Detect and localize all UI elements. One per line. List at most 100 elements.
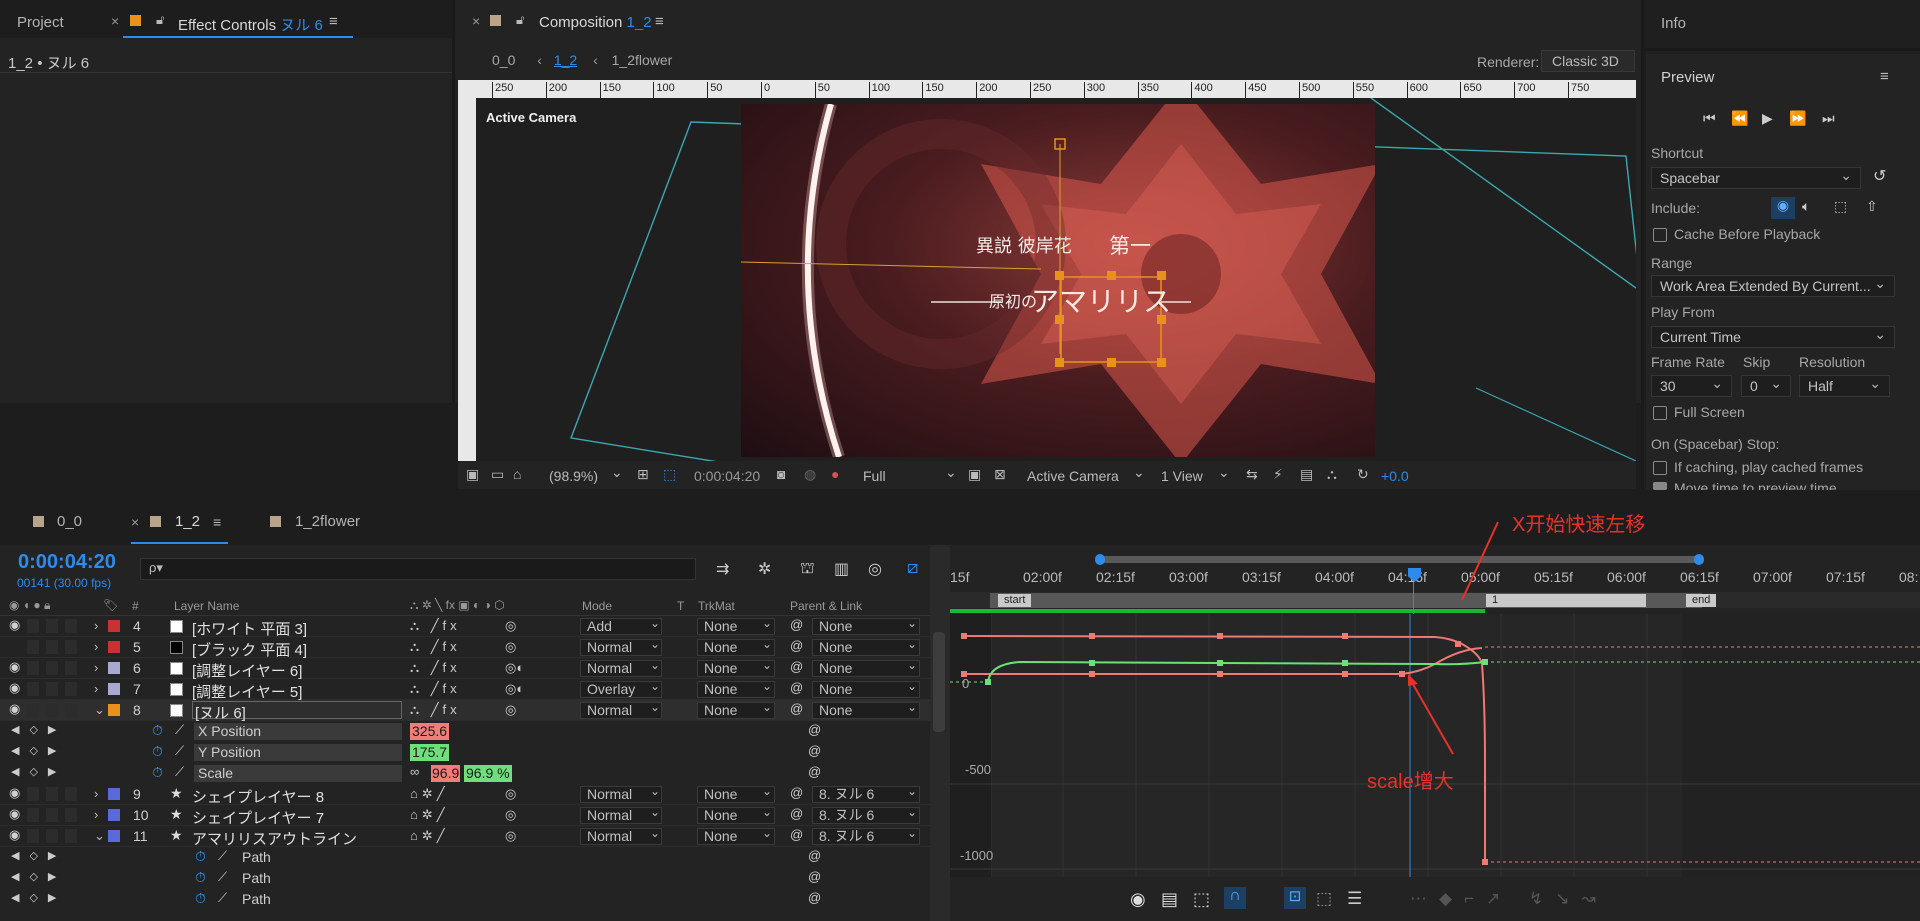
stopwatch-icon[interactable]: ⏱︎ — [195, 890, 206, 907]
close-icon[interactable]: × — [131, 514, 139, 530]
chevron-down-icon[interactable]: ⌄ — [650, 637, 660, 651]
parent-dropdown[interactable]: None — [812, 618, 920, 635]
expand-chevron-icon[interactable]: ⌄ — [94, 702, 105, 718]
chevron-down-icon[interactable]: ⌄ — [650, 826, 660, 840]
solo-box[interactable] — [27, 808, 39, 822]
layer-row[interactable]: ◉ › 9 ★ シェイプレイヤー 8 ⌂✲╱ ◎ Normal ⌄ None ⌄ @8. ヌル 6 ⌄ — [0, 784, 930, 806]
layer-row[interactable]: ◉ › 4 [ホワイト 平面 3] ⛬ ╱fx ◎ Add ⌄ None ⌄ @ None ⌄ — [0, 616, 930, 638]
play-from-dropdown[interactable]: Current Time — [1651, 326, 1895, 348]
transparency-grid-icon[interactable]: ⊠ — [994, 466, 1006, 483]
vr-icon[interactable]: ⌂ — [513, 466, 521, 482]
pickwhip-icon[interactable]: @ — [808, 848, 821, 863]
views-dropdown[interactable]: 1 View — [1161, 468, 1203, 484]
chevron-down-icon[interactable]: ⌄ — [762, 679, 772, 693]
label-color-swatch[interactable] — [108, 704, 120, 716]
chevron-down-icon[interactable]: ⌄ — [1218, 464, 1230, 481]
timeline-tab-0-0[interactable]: 0_0 — [57, 513, 82, 530]
skip-dropdown[interactable]: 0 — [1741, 375, 1791, 397]
resolution-dropdown-preview[interactable]: Half — [1799, 375, 1890, 397]
layer-search-input[interactable]: ρ▾ — [140, 558, 696, 580]
chevron-down-icon[interactable]: ⌄ — [762, 826, 772, 840]
label-color-swatch[interactable] — [108, 809, 120, 821]
panel-menu-icon[interactable]: ≡ — [213, 514, 221, 530]
chevron-down-icon[interactable]: ⌄ — [907, 637, 917, 651]
lock-box[interactable] — [65, 808, 77, 822]
breadcrumb-0-0[interactable]: 0_0 — [492, 52, 515, 68]
reset-icon[interactable]: ↺ — [1873, 166, 1886, 186]
layer-name[interactable]: [調整レイヤー 5] — [192, 681, 302, 702]
fx-layer-icon[interactable]: ◎ — [505, 807, 516, 823]
graph-area[interactable]: 0 -500 -1000 — [950, 614, 1920, 877]
reset-exposure-icon[interactable]: ↻ — [1357, 466, 1369, 483]
property-value-y[interactable]: 96.9 % — [464, 765, 512, 782]
pickwhip-icon[interactable]: @ — [808, 722, 821, 737]
fx-layer-icon[interactable]: ◎ — [505, 702, 516, 718]
include-export-icon[interactable]: ⇧ — [1866, 198, 1878, 215]
layer-row[interactable]: ◉ ⌄ 11 ★ アマリリスアウトライン ⌂✲╱ ◎ Normal ⌄ None ⌄ @8. ヌル 6… — [0, 826, 930, 848]
graph-type-icon[interactable]: ▤ — [1161, 889, 1178, 910]
visibility-eye-icon[interactable]: ◉ — [9, 785, 20, 801]
full-screen-checkbox[interactable] — [1653, 406, 1667, 420]
pickwhip-icon[interactable]: @ — [790, 827, 803, 842]
chevron-down-icon[interactable]: ⌄ — [650, 658, 660, 672]
visibility-eye-icon[interactable]: ◉ — [9, 806, 20, 822]
fit-selection-icon[interactable]: ⊡ — [1284, 887, 1306, 909]
work-area-end-handle[interactable] — [1694, 554, 1704, 565]
layer-name[interactable]: [ブラック 平面 4] — [192, 639, 307, 660]
switches-icons[interactable]: ⛬ ╱fx — [410, 618, 461, 634]
region-icon[interactable]: ⬚ — [663, 466, 676, 483]
shy-icon[interactable]: ⛫ — [800, 559, 815, 579]
always-preview-icon[interactable]: ▣ — [466, 466, 479, 483]
visibility-eye-icon[interactable]: ◉ — [9, 827, 20, 843]
marker-start[interactable]: start — [998, 594, 1032, 607]
keyframe-nav-icons[interactable]: ◀◇▶ — [11, 744, 66, 757]
lock-box[interactable] — [46, 682, 58, 696]
property-value[interactable]: 175.7 — [410, 744, 450, 761]
solo-box[interactable] — [27, 661, 39, 675]
lock-box[interactable] — [65, 640, 77, 654]
lock-box[interactable] — [46, 808, 58, 822]
work-area-start-handle[interactable] — [1095, 554, 1105, 565]
lock-box[interactable] — [46, 787, 58, 801]
layer-name[interactable]: [調整レイヤー 6] — [192, 660, 302, 681]
visibility-eye-icon[interactable]: ◉ — [9, 617, 20, 633]
path-row[interactable]: ◀◇▶ ⏱︎ ⟋ Path @ — [0, 847, 930, 868]
frame-blending-icon[interactable]: ▥ — [834, 559, 849, 579]
separate-dimensions-icon[interactable]: ☰ — [1347, 889, 1362, 909]
if-caching-checkbox[interactable] — [1653, 461, 1667, 475]
tab-info[interactable]: Info — [1661, 15, 1686, 32]
pickwhip-icon[interactable]: @ — [790, 701, 803, 716]
solo-box[interactable] — [27, 640, 39, 654]
solo-box[interactable] — [27, 787, 39, 801]
graph-toggle-icon[interactable]: ⟋ — [218, 848, 227, 864]
keyframe-tools-icons[interactable]: ⋯◆⌐↗ ↯↘↝ — [1410, 889, 1608, 909]
chevron-down-icon[interactable]: ⌄ — [611, 464, 623, 481]
fast-preview-icon[interactable]: ⚡︎ — [1273, 466, 1283, 483]
chevron-down-icon[interactable]: ⌄ — [650, 700, 660, 714]
parent-dropdown[interactable]: 8. ヌル 6 — [812, 786, 920, 803]
next-frame-icon[interactable]: ⏩ — [1789, 110, 1806, 127]
graph-toggle-icon[interactable]: ⟋ — [175, 743, 184, 759]
layer-row[interactable]: ◉ › 6 [調整レイヤー 6] ⛬ ╱fx ◎◐ Normal ⌄ None ⌄ @ None ⌄ — [0, 658, 930, 681]
stopwatch-icon[interactable]: ⏱︎ — [152, 722, 163, 739]
fx-layer-icon[interactable]: ◎ — [505, 786, 516, 802]
solo-box[interactable] — [27, 619, 39, 633]
parent-dropdown[interactable]: 8. ヌル 6 — [812, 828, 920, 845]
expand-chevron-icon[interactable]: ⌄ — [94, 828, 105, 844]
comp-timecode[interactable]: 0:00:04:20 — [694, 468, 760, 484]
time-ruler[interactable]: 15f 02:00f 02:15f 03:00f 03:15f 04:00f 04:15f 0… — [950, 566, 1920, 590]
pickwhip-icon[interactable]: @ — [808, 743, 821, 758]
pickwhip-icon[interactable]: @ — [790, 680, 803, 695]
region-of-interest-icon[interactable]: ▣ — [968, 466, 981, 483]
label-color-swatch[interactable] — [108, 683, 120, 695]
move-time-checkbox[interactable] — [1653, 482, 1667, 490]
chevron-down-icon[interactable]: ⌄ — [907, 784, 917, 798]
label-color-swatch[interactable] — [108, 662, 120, 674]
range-dropdown[interactable]: Work Area Extended By Current... — [1651, 275, 1895, 297]
cache-checkbox[interactable] — [1653, 228, 1667, 242]
shortcut-dropdown[interactable]: Spacebar — [1651, 167, 1861, 189]
timeline-tab-1-2flower[interactable]: 1_2flower — [295, 513, 360, 530]
comp-flowchart-icon[interactable]: ⇉ — [716, 559, 729, 579]
close-icon[interactable]: × — [111, 13, 119, 29]
breadcrumb-1-2flower[interactable]: 1_2flower — [612, 52, 673, 68]
